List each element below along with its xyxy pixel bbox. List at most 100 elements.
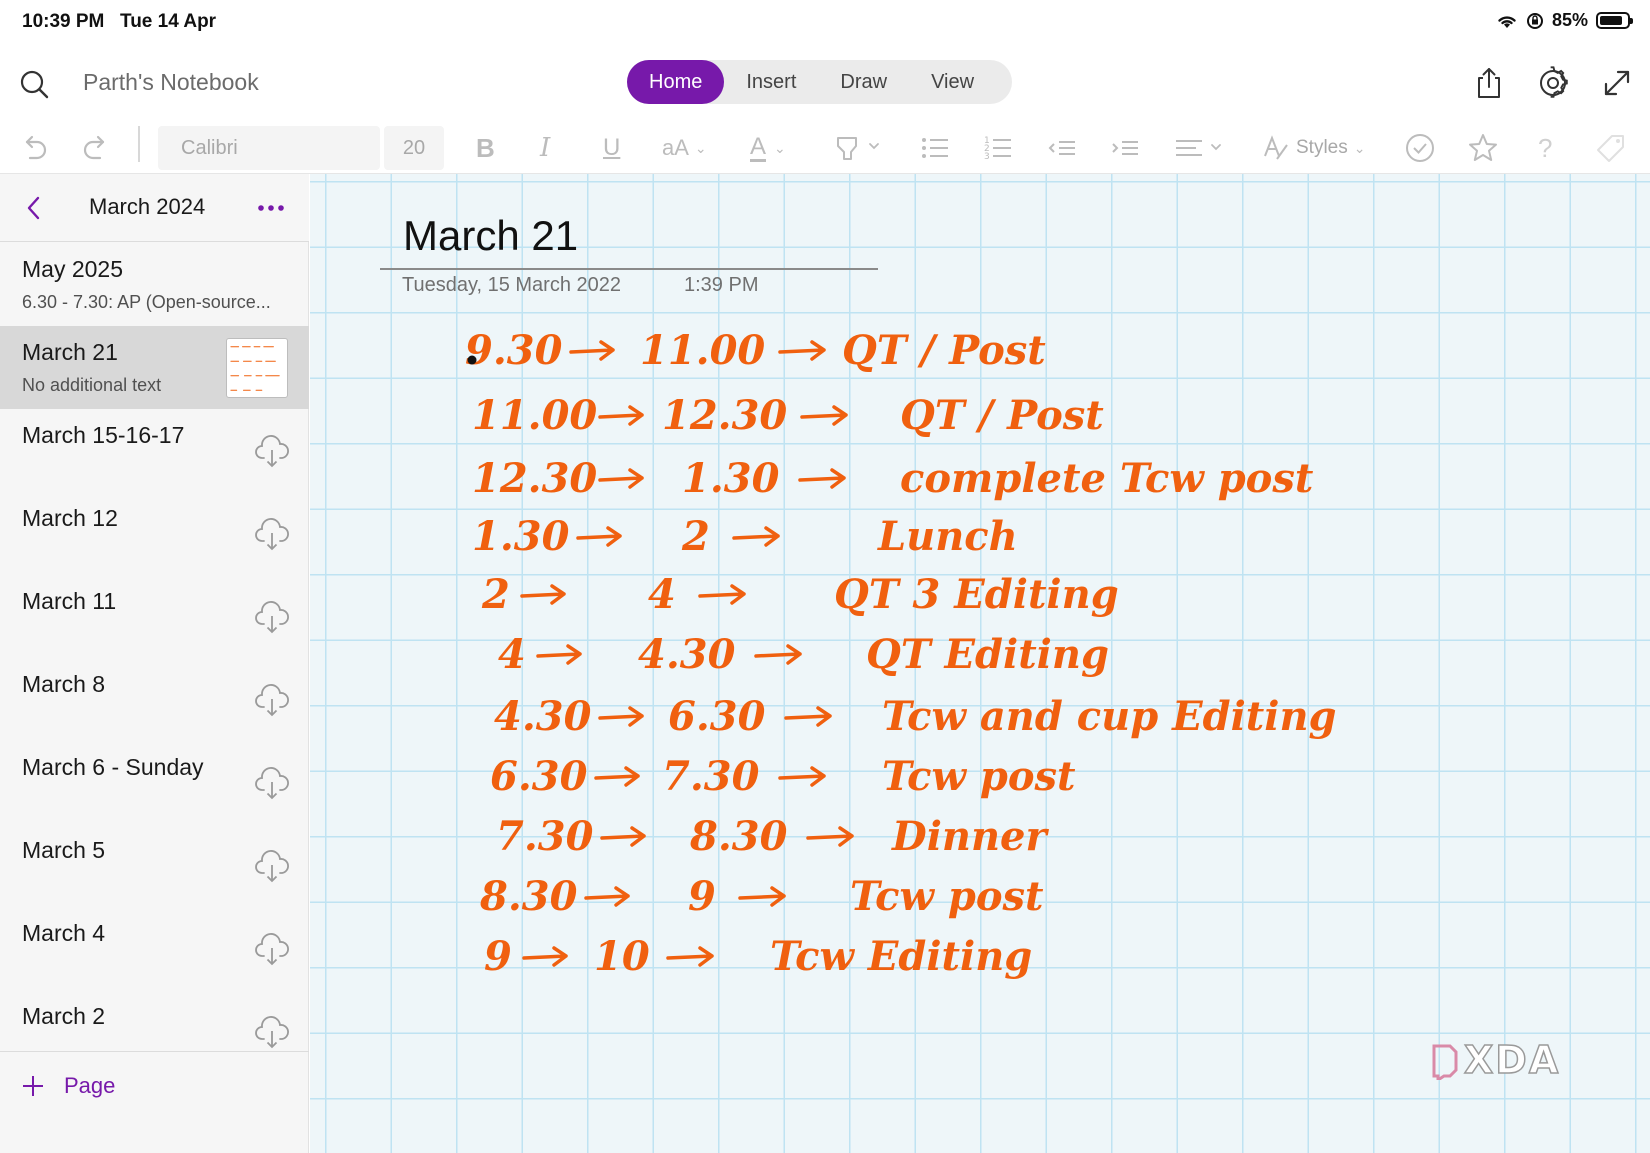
tab-home[interactable]: Home — [627, 60, 725, 104]
redo-icon[interactable] — [80, 132, 112, 164]
cloud-download-icon[interactable] — [254, 931, 290, 967]
ink-arrow-icon — [598, 405, 644, 426]
ink-start-time: 4 — [498, 631, 526, 678]
page-item-title: March 4 — [22, 920, 106, 946]
watermark-text: XDA — [1463, 1037, 1561, 1083]
text-size-icon[interactable]: aA ⌄ — [662, 132, 707, 164]
numbered-list-icon[interactable]: 123 — [983, 132, 1013, 164]
page-item-march-6-sunday[interactable]: March 6 - Sunday — [0, 741, 309, 824]
ink-start-time: 11.00 — [472, 392, 597, 439]
ink-arrow-icon — [666, 946, 714, 967]
page-item-march-4[interactable]: March 4 — [0, 907, 309, 990]
plus-icon — [23, 1076, 43, 1096]
ink-task: QT Editing — [866, 631, 1109, 678]
notebook-title[interactable]: Parth's Notebook — [83, 69, 259, 96]
gear-icon[interactable] — [1536, 66, 1570, 100]
page-item-title: March 12 — [22, 505, 118, 531]
tab-draw[interactable]: Draw — [818, 60, 909, 104]
page-item-march-5[interactable]: March 5 — [0, 824, 309, 907]
ink-arrow-icon — [569, 340, 615, 361]
bold-icon[interactable]: B — [476, 132, 495, 164]
page-item-march-11[interactable]: March 11 — [0, 575, 309, 658]
orientation-lock-icon — [1526, 12, 1543, 29]
undo-icon[interactable] — [18, 132, 50, 164]
ink-end-time: 11.00 — [640, 327, 765, 374]
cloud-download-icon[interactable] — [254, 433, 290, 469]
ink-start-time: 6.30 — [490, 753, 588, 800]
ink-end-time: 4.30 — [638, 631, 736, 678]
page-item-march-15-16-17[interactable]: March 15-16-17 — [0, 409, 309, 492]
section-title: March 2024 — [89, 194, 206, 219]
page-item-title: March 5 — [22, 837, 106, 863]
tab-view[interactable]: View — [909, 60, 996, 104]
page-item-may-2025[interactable]: May 2025 6.30 - 7.30: AP (Open-source... — [0, 243, 309, 326]
page-item-title: March 11 — [22, 588, 117, 614]
cloud-download-icon[interactable] — [254, 516, 290, 552]
share-icon[interactable] — [1472, 66, 1506, 100]
font-family-select[interactable]: Calibri — [158, 126, 380, 170]
ink-arrow-icon — [800, 405, 848, 426]
decrease-indent-icon[interactable] — [1047, 132, 1077, 164]
ink-arrow-icon — [520, 584, 566, 605]
ink-task: QT 3 Editing — [834, 571, 1119, 618]
status-date: Tue 14 Apr — [120, 11, 217, 32]
cloud-download-icon[interactable] — [254, 848, 290, 884]
add-page-button[interactable]: Page — [20, 1070, 115, 1102]
ink-end-time: 8.30 — [689, 813, 788, 860]
page-item-preview: 6.30 - 7.30: AP (Open-source... — [22, 292, 271, 312]
cloud-download-icon[interactable] — [254, 682, 290, 718]
font-color-icon[interactable]: A ⌄ — [750, 132, 786, 164]
italic-icon[interactable]: I — [540, 132, 550, 164]
ink-end-time: 9 — [688, 873, 716, 920]
tag-icon[interactable] — [1594, 132, 1628, 164]
styles-label: Styles — [1296, 137, 1348, 158]
ink-start-time: 8.30 — [479, 873, 578, 920]
todo-check-icon[interactable] — [1404, 132, 1436, 164]
ink-task: QT / Post — [842, 327, 1046, 374]
ink-start-time: 12.30 — [472, 455, 597, 502]
page-item-march-8[interactable]: March 8 — [0, 658, 309, 741]
highlighter-icon[interactable] — [834, 132, 888, 164]
ink-arrow-icon — [536, 644, 582, 665]
star-icon[interactable] — [1467, 132, 1499, 164]
page-item-title: March 15-16-17 — [22, 422, 185, 448]
ink-start-time: 9 — [484, 933, 512, 980]
bullet-list-icon[interactable] — [920, 132, 950, 164]
ink-task: Tcw and cup Editing — [882, 693, 1337, 740]
ink-end-time: 4 — [648, 571, 676, 618]
note-canvas[interactable]: March 21 Tuesday, 15 March 2022 1:39 PM … — [310, 174, 1650, 1153]
ink-end-time: 10 — [594, 933, 650, 980]
cloud-download-icon[interactable] — [254, 599, 290, 635]
ink-task: Tcw post — [882, 753, 1076, 800]
align-icon[interactable] — [1174, 132, 1228, 164]
more-options-icon[interactable] — [254, 196, 288, 220]
question-icon[interactable]: ? — [1538, 132, 1552, 164]
ink-cursor — [467, 355, 477, 365]
tab-insert[interactable]: Insert — [724, 60, 818, 104]
page-item-title: March 8 — [22, 671, 106, 697]
page-item-march-12[interactable]: March 12 — [0, 492, 309, 575]
cloud-download-icon[interactable] — [254, 1014, 290, 1050]
ink-task: complete Tcw post — [900, 455, 1314, 502]
ink-end-time: 2 — [681, 513, 710, 560]
handwriting-ink[interactable]: 9.30 11.00 QT / Post 11.00 12.30 QT / Post 12.… — [310, 174, 1650, 1153]
ink-start-time: 1.30 — [472, 513, 570, 560]
ink-arrow-icon — [738, 886, 786, 907]
page-item-title: March 2 — [22, 1003, 106, 1029]
ink-start-time: 7.30 — [496, 813, 594, 860]
ink-arrow-icon — [522, 946, 568, 967]
page-item-march-21[interactable]: March 21 No additional text — [0, 326, 309, 409]
increase-indent-icon[interactable] — [1110, 132, 1140, 164]
page-item-march-2[interactable]: March 2 — [0, 990, 309, 1051]
back-chevron-icon[interactable] — [22, 194, 46, 222]
styles-dropdown[interactable]: Styles ⌄ — [1262, 132, 1365, 164]
ink-task: Lunch — [877, 513, 1018, 560]
search-icon[interactable] — [18, 68, 50, 100]
cloud-download-icon[interactable] — [254, 765, 290, 801]
ink-start-time: 9.30 — [465, 327, 563, 374]
ink-arrow-icon — [598, 706, 644, 727]
underline-icon[interactable]: U — [603, 132, 620, 164]
ribbon-tabs: Home Insert Draw View — [627, 60, 1012, 104]
expand-icon[interactable] — [1600, 66, 1634, 100]
font-size-select[interactable]: 20 — [384, 126, 444, 170]
